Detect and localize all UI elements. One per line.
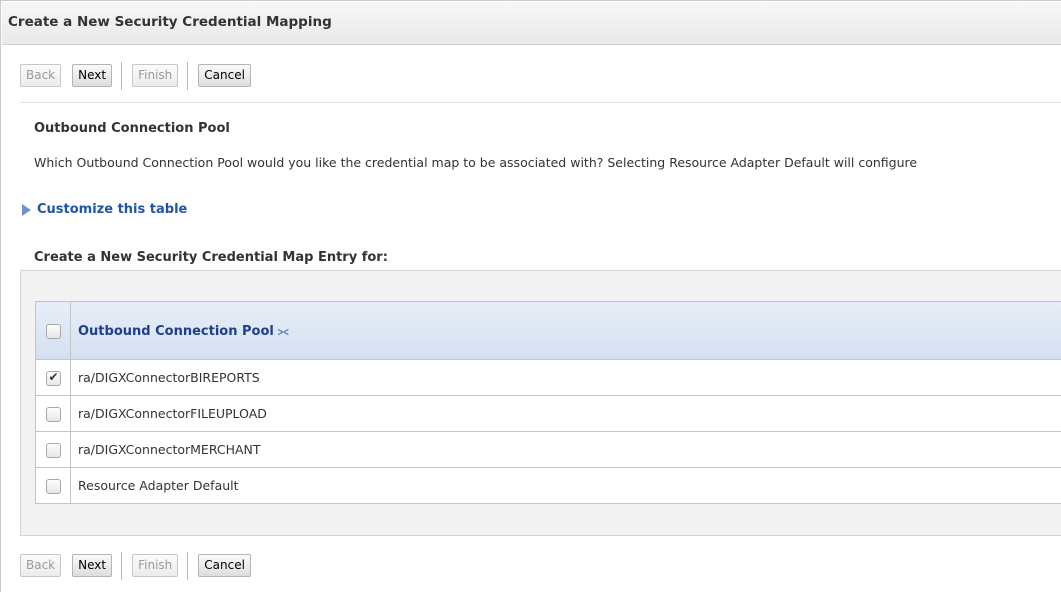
row-label: ra/DIGXConnectorBIREPORTS — [70, 359, 1061, 396]
column-header-outbound-connection-pool[interactable]: Outbound Connection Pool ⪥ — [70, 301, 1061, 360]
button-separator — [121, 61, 123, 90]
row-select-cell — [35, 359, 71, 396]
divider — [20, 102, 1061, 103]
button-separator — [187, 61, 189, 90]
row-label: Resource Adapter Default — [70, 467, 1061, 504]
next-button[interactable]: Next — [72, 64, 113, 87]
row-checkbox[interactable] — [45, 370, 61, 386]
customize-table-label: Customize this table — [37, 202, 188, 217]
finish-button[interactable]: Finish — [132, 64, 179, 87]
row-select-cell — [35, 395, 71, 432]
section-heading: Outbound Connection Pool — [34, 121, 230, 136]
button-separator — [187, 551, 189, 580]
row-label: ra/DIGXConnectorMERCHANT — [70, 431, 1061, 468]
table-row[interactable]: Resource Adapter Default — [35, 467, 1061, 504]
select-all-cell — [35, 301, 71, 360]
row-checkbox[interactable] — [45, 442, 61, 458]
back-button[interactable]: Back — [20, 64, 62, 87]
sort-ascending-icon[interactable]: ⪥ — [278, 324, 289, 339]
row-checkbox[interactable] — [45, 478, 61, 494]
table-row[interactable]: ra/DIGXConnectorBIREPORTS — [35, 359, 1061, 396]
back-button[interactable]: Back — [20, 554, 62, 577]
cancel-button[interactable]: Cancel — [198, 64, 251, 87]
table-panel: Outbound Connection Pool ⪥ ra/DIGXConnec… — [20, 270, 1061, 536]
cancel-button[interactable]: Cancel — [198, 554, 251, 577]
top-button-bar: Back Next Finish Cancel — [20, 61, 262, 90]
table-row[interactable]: ra/DIGXConnectorFILEUPLOAD — [35, 395, 1061, 432]
page-frame: Create a New Security Credential Mapping… — [0, 0, 1061, 592]
table-row[interactable]: ra/DIGXConnectorMERCHANT — [35, 431, 1061, 468]
table-header-row: Outbound Connection Pool ⪥ — [35, 301, 1061, 360]
column-header-label: Outbound Connection Pool — [78, 323, 274, 339]
next-button[interactable]: Next — [72, 554, 113, 577]
bottom-button-bar: Back Next Finish Cancel — [20, 551, 262, 580]
finish-button[interactable]: Finish — [132, 554, 179, 577]
connection-pool-table: Outbound Connection Pool ⪥ ra/DIGXConnec… — [35, 301, 1061, 504]
section-description: Which Outbound Connection Pool would you… — [34, 155, 918, 170]
button-separator — [121, 551, 123, 580]
row-label: ra/DIGXConnectorFILEUPLOAD — [70, 395, 1061, 432]
triangle-right-icon — [22, 203, 31, 216]
row-select-cell — [35, 467, 71, 504]
row-checkbox[interactable] — [45, 406, 61, 422]
customize-table-link[interactable]: Customize this table — [22, 202, 187, 217]
title-bar: Create a New Security Credential Mapping — [2, 2, 1061, 45]
row-select-cell — [35, 431, 71, 468]
table-caption: Create a New Security Credential Map Ent… — [34, 250, 388, 265]
select-all-checkbox[interactable] — [45, 323, 61, 339]
page-title: Create a New Security Credential Mapping — [8, 14, 332, 30]
